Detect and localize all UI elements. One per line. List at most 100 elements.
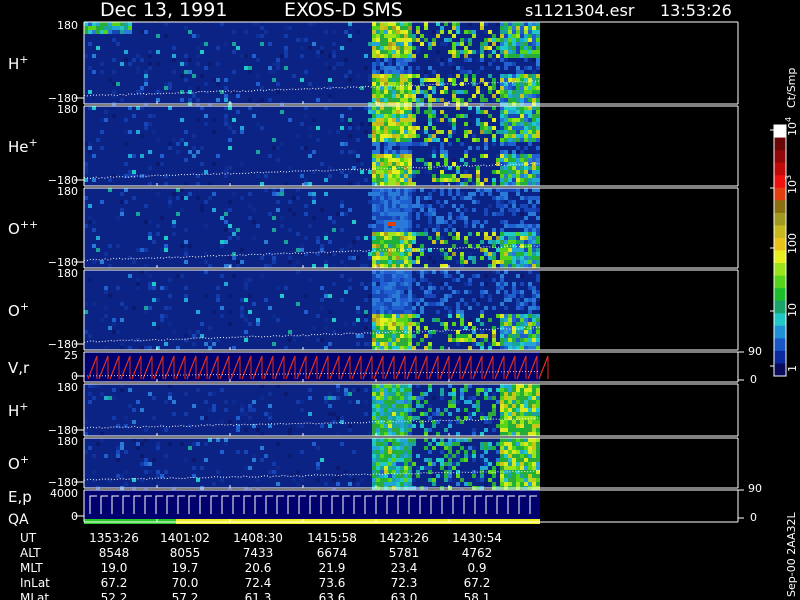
- heatmap-cell: [400, 420, 404, 424]
- vr-line: [538, 355, 549, 380]
- heatmap-cell: [388, 98, 392, 102]
- heatmap-cell: [416, 26, 420, 30]
- heatmap-cell: [468, 30, 472, 34]
- heatmap-cell: [500, 154, 504, 158]
- heatmap-cell: [380, 404, 384, 408]
- heatmap-cell: [424, 90, 428, 94]
- heatmap-cell: [392, 50, 396, 54]
- heatmap-cell: [528, 442, 532, 446]
- heatmap-cell: [232, 274, 236, 278]
- heatmap-cell: [504, 400, 508, 404]
- colorbar-swatch: [774, 250, 786, 264]
- heatmap-cell: [500, 86, 504, 90]
- heatmap-cell: [384, 482, 388, 486]
- heatmap-cell: [384, 466, 388, 470]
- heatmap-cell: [164, 74, 168, 78]
- heatmap-cell: [172, 220, 176, 224]
- heatmap-cell: [372, 438, 376, 442]
- heatmap-cell: [404, 114, 408, 118]
- heatmap-cell: [432, 70, 436, 74]
- heatmap-cell: [460, 70, 464, 74]
- heatmap-cell: [376, 178, 380, 182]
- heatmap-cell: [408, 78, 412, 82]
- heatmap-cell: [316, 256, 320, 260]
- heatmap-cell: [384, 290, 388, 294]
- heatmap-cell: [520, 134, 524, 138]
- heatmap-cell: [516, 138, 520, 142]
- heatmap-cell: [248, 458, 252, 462]
- heatmap-cell: [412, 232, 416, 236]
- heatmap-cell: [384, 252, 388, 256]
- heatmap-cell: [120, 252, 124, 256]
- heatmap-cell: [452, 26, 456, 30]
- heatmap-cell: [232, 232, 236, 236]
- heatmap-cell: [308, 134, 312, 138]
- heatmap-cell: [128, 404, 132, 408]
- heatmap-cell: [528, 346, 532, 350]
- heatmap-cell: [436, 78, 440, 82]
- heatmap-cell: [500, 22, 504, 26]
- heatmap-cell: [508, 462, 512, 466]
- heatmap-cell: [136, 286, 140, 290]
- heatmap-cell: [516, 432, 520, 436]
- heatmap-cell: [504, 306, 508, 310]
- heatmap-cell: [380, 244, 384, 248]
- heatmap-cell: [396, 142, 400, 146]
- heatmap-cell: [396, 432, 400, 436]
- heatmap-cell: [396, 446, 400, 450]
- heatmap-cell: [512, 158, 516, 162]
- heatmap-cell: [492, 94, 496, 98]
- heatmap-cell: [392, 442, 396, 446]
- heatmap-cell: [432, 74, 436, 78]
- heatmap-cell: [468, 130, 472, 134]
- heatmap-cell: [480, 342, 484, 346]
- heatmap-cell: [420, 248, 424, 252]
- heatmap-cell: [408, 142, 412, 146]
- heatmap-cell: [440, 388, 444, 392]
- heatmap-cell: [104, 314, 108, 318]
- heatmap-cell: [472, 34, 476, 38]
- heatmap-cell: [444, 322, 448, 326]
- heatmap-cell: [392, 30, 396, 34]
- heatmap-cell: [464, 400, 468, 404]
- heatmap-cell: [424, 78, 428, 82]
- heatmap-cell: [152, 396, 156, 400]
- heatmap-cell: [472, 450, 476, 454]
- heatmap-cell: [480, 322, 484, 326]
- heatmap-cell: [468, 192, 472, 196]
- heatmap-cell: [448, 216, 452, 220]
- heatmap-cell: [528, 94, 532, 98]
- heatmap-cell: [468, 290, 472, 294]
- heatmap-cell: [368, 282, 372, 286]
- heatmap-cell: [516, 322, 520, 326]
- heatmap-cell: [448, 50, 452, 54]
- heatmap-cell: [384, 142, 388, 146]
- heatmap-cell: [516, 90, 520, 94]
- heatmap-cell: [396, 118, 400, 122]
- heatmap-cell: [376, 122, 380, 126]
- heatmap-cell: [508, 420, 512, 424]
- heatmap-cell: [348, 428, 352, 432]
- heatmap-cell: [164, 86, 168, 90]
- heatmap-cell: [512, 256, 516, 260]
- heatmap-cell: [504, 46, 508, 50]
- heatmap-cell: [512, 264, 516, 268]
- heatmap-cell: [272, 470, 276, 474]
- heatmap-cell: [500, 338, 504, 342]
- heatmap-cell: [428, 192, 432, 196]
- heatmap-cell: [280, 252, 284, 256]
- heatmap-cell: [324, 192, 328, 196]
- vr-right-top: 90: [748, 345, 762, 358]
- heatmap-cell: [532, 126, 536, 130]
- colorbar-swatch: [774, 313, 786, 327]
- heatmap-cell: [380, 290, 384, 294]
- heatmap-cell: [204, 122, 208, 126]
- heatmap-cell: [460, 446, 464, 450]
- heatmap-cell: [376, 158, 380, 162]
- heatmap-cell: [516, 314, 520, 318]
- heatmap-cell: [508, 404, 512, 408]
- heatmap-cell: [328, 392, 332, 396]
- heatmap-cell: [436, 302, 440, 306]
- heatmap-cell: [364, 286, 368, 290]
- heatmap-cell: [380, 306, 384, 310]
